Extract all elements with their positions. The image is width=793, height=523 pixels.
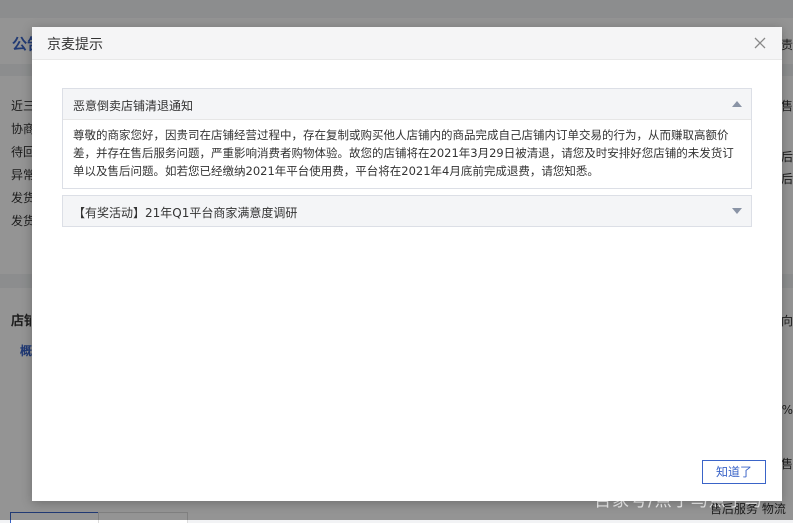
- notice-body: 尊敬的商家您好，因贵司在店铺经营过程中，存在复制或购买他人店铺内的商品完成自己店…: [63, 119, 751, 188]
- modal-title: 京麦提示: [47, 37, 103, 53]
- chevron-up-icon: [732, 101, 742, 107]
- notice-panel-header[interactable]: 【有奖活动】21年Q1平台商家满意度调研: [63, 196, 751, 226]
- notice-modal: 京麦提示 恶意倒卖店铺清退通知 尊敬的商家您好，因贵司在店铺经营过程中，存在复制…: [32, 27, 782, 501]
- acknowledge-button[interactable]: 知道了: [702, 460, 766, 484]
- notice-panel-header[interactable]: 恶意倒卖店铺清退通知: [63, 89, 751, 119]
- chevron-down-icon: [732, 208, 742, 214]
- close-button[interactable]: [752, 35, 768, 51]
- notice-panel: 【有奖活动】21年Q1平台商家满意度调研: [62, 195, 752, 227]
- notice-title: 【有奖活动】21年Q1平台商家满意度调研: [73, 206, 298, 220]
- close-icon: [754, 37, 766, 49]
- notice-panel: 恶意倒卖店铺清退通知 尊敬的商家您好，因贵司在店铺经营过程中，存在复制或购买他人…: [62, 88, 752, 189]
- modal-header: 京麦提示: [32, 27, 782, 60]
- notice-title: 恶意倒卖店铺清退通知: [73, 99, 194, 113]
